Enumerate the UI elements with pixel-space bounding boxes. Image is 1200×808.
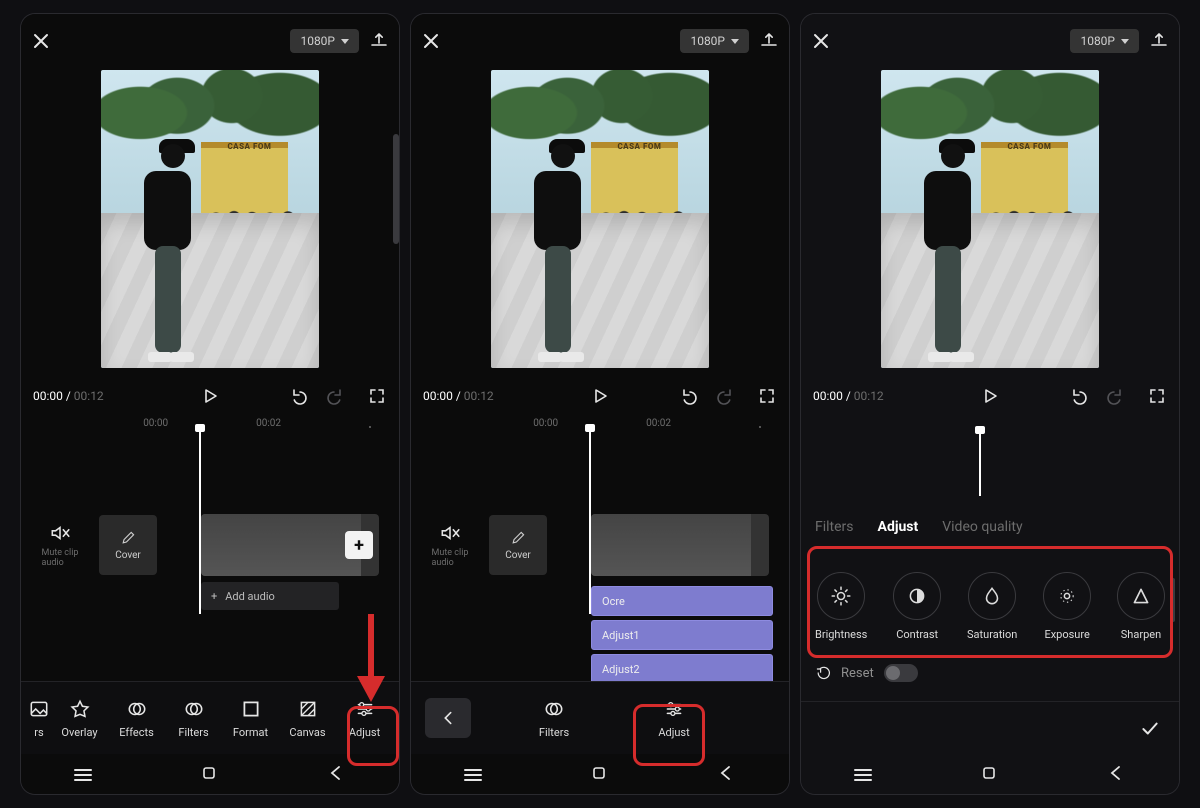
redo-icon — [717, 386, 737, 406]
tool-canvas[interactable]: Canvas — [279, 698, 336, 739]
add-clip-button[interactable]: + — [345, 531, 373, 559]
time-display: 00:00 / 00:12 — [33, 389, 104, 403]
tool-filters[interactable]: Filters — [165, 698, 222, 739]
track-ocre[interactable]: Ocre — [591, 586, 773, 616]
reset-toggle[interactable] — [884, 664, 918, 682]
scrollbar[interactable] — [1171, 578, 1175, 622]
playhead[interactable] — [979, 432, 981, 496]
tool-effects[interactable]: Effects — [108, 698, 165, 739]
track-adjust2[interactable]: Adjust2 — [591, 654, 773, 684]
time-display: 00:00 / 00:12 — [423, 389, 494, 403]
adjust-saturation[interactable]: Saturation — [967, 572, 1017, 641]
resolution-chip[interactable]: 1080P — [1070, 29, 1139, 53]
play-icon[interactable] — [980, 386, 1000, 406]
timeline-clip[interactable]: + — [201, 514, 379, 576]
redo-icon — [1107, 386, 1127, 406]
tab-video-quality[interactable]: Video quality — [942, 519, 1022, 535]
cover-button[interactable]: Cover — [489, 515, 547, 575]
android-navbar — [21, 760, 399, 790]
adjust-contrast[interactable]: Contrast — [893, 572, 941, 641]
back-button[interactable] — [425, 698, 471, 738]
export-icon[interactable] — [369, 31, 389, 51]
android-navbar — [801, 760, 1179, 790]
android-navbar — [411, 760, 789, 790]
add-audio-button[interactable]: +Add audio — [201, 582, 339, 610]
adjust-brightness[interactable]: Brightness — [815, 572, 867, 641]
adjust-sharpen[interactable]: Sharpen — [1117, 572, 1165, 641]
redo-icon — [327, 386, 347, 406]
screenshot-3: 1080P CASA FOM 00:00 / 00:12 — [801, 14, 1179, 794]
mute-clip-audio-button[interactable]: Mute clipaudio — [421, 522, 479, 568]
export-icon[interactable] — [1149, 31, 1169, 51]
timeline-axis: 00:0000:02 — [411, 418, 789, 436]
chevron-down-icon — [341, 39, 349, 44]
tool-overlay[interactable]: Overlay — [51, 698, 108, 739]
undo-icon[interactable] — [287, 386, 307, 406]
adjust-tracks: Ocre Adjust1 Adjust2 — [591, 586, 773, 684]
video-preview[interactable]: CASA FOM — [491, 70, 709, 368]
screenshot-2: 1080P CASA FOM 00:00 / 00:12 00:0 — [411, 14, 789, 794]
screenshot-1: 1080P CASA FOM 00:00 / 00:12 — [21, 14, 399, 794]
tool-rs[interactable]: rs — [27, 698, 51, 739]
resolution-chip[interactable]: 1080P — [680, 29, 749, 53]
video-preview[interactable]: CASA FOM — [101, 70, 319, 368]
nav-home-icon[interactable] — [589, 763, 609, 787]
preview-sign: CASA FOM — [227, 142, 271, 151]
resolution-label: 1080P — [300, 34, 335, 48]
chevron-down-icon — [1121, 39, 1129, 44]
preview-sign: CASA FOM — [1007, 142, 1051, 151]
close-icon[interactable] — [31, 31, 51, 51]
tool-adjust[interactable]: Adjust — [336, 698, 393, 739]
tool-adjust[interactable]: Adjust — [629, 698, 719, 739]
play-icon[interactable] — [590, 386, 610, 406]
bottom-toolbar: rs Overlay Effects Filters Format Canvas… — [21, 681, 399, 754]
timeline-axis: 00:0000:02 — [21, 418, 399, 436]
scrollbar[interactable] — [393, 134, 399, 244]
adjust-tabs: Filters Adjust Video quality — [815, 512, 1165, 542]
nav-recent-icon[interactable] — [464, 774, 482, 776]
fullscreen-icon[interactable] — [367, 386, 387, 406]
nav-back-icon[interactable] — [716, 763, 736, 787]
tab-filters[interactable]: Filters — [815, 519, 854, 535]
reset-label: Reset — [841, 666, 874, 681]
undo-icon[interactable] — [1067, 386, 1087, 406]
undo-icon[interactable] — [677, 386, 697, 406]
tab-adjust[interactable]: Adjust — [878, 519, 919, 535]
time-display: 00:00 / 00:12 — [813, 389, 884, 403]
export-icon[interactable] — [759, 31, 779, 51]
fullscreen-icon[interactable] — [757, 386, 777, 406]
fullscreen-icon[interactable] — [1147, 386, 1167, 406]
reset-row: Reset — [815, 664, 918, 682]
timeline-clip[interactable] — [591, 514, 769, 576]
nav-back-icon[interactable] — [326, 763, 346, 787]
video-preview[interactable]: CASA FOM — [881, 70, 1099, 368]
confirm-icon[interactable] — [1139, 717, 1161, 739]
nav-home-icon[interactable] — [199, 763, 219, 787]
play-icon[interactable] — [200, 386, 220, 406]
confirm-bar — [801, 701, 1179, 754]
nav-back-icon[interactable] — [1106, 763, 1126, 787]
cover-button[interactable]: Cover — [99, 515, 157, 575]
preview-sign: CASA FOM — [617, 142, 661, 151]
reset-icon[interactable] — [815, 665, 831, 681]
chevron-down-icon — [731, 39, 739, 44]
mute-clip-audio-button[interactable]: Mute clipaudio — [31, 522, 89, 568]
close-icon[interactable] — [811, 31, 831, 51]
tool-filters[interactable]: Filters — [509, 698, 599, 739]
track-adjust1[interactable]: Adjust1 — [591, 620, 773, 650]
close-icon[interactable] — [421, 31, 441, 51]
adjust-exposure[interactable]: Exposure — [1043, 572, 1091, 641]
nav-recent-icon[interactable] — [74, 774, 92, 776]
nav-recent-icon[interactable] — [854, 774, 872, 776]
resolution-chip[interactable]: 1080P — [290, 29, 359, 53]
nav-home-icon[interactable] — [979, 763, 999, 787]
tool-format[interactable]: Format — [222, 698, 279, 739]
adjust-items: Brightness Contrast Saturation Exposure … — [811, 552, 1169, 660]
